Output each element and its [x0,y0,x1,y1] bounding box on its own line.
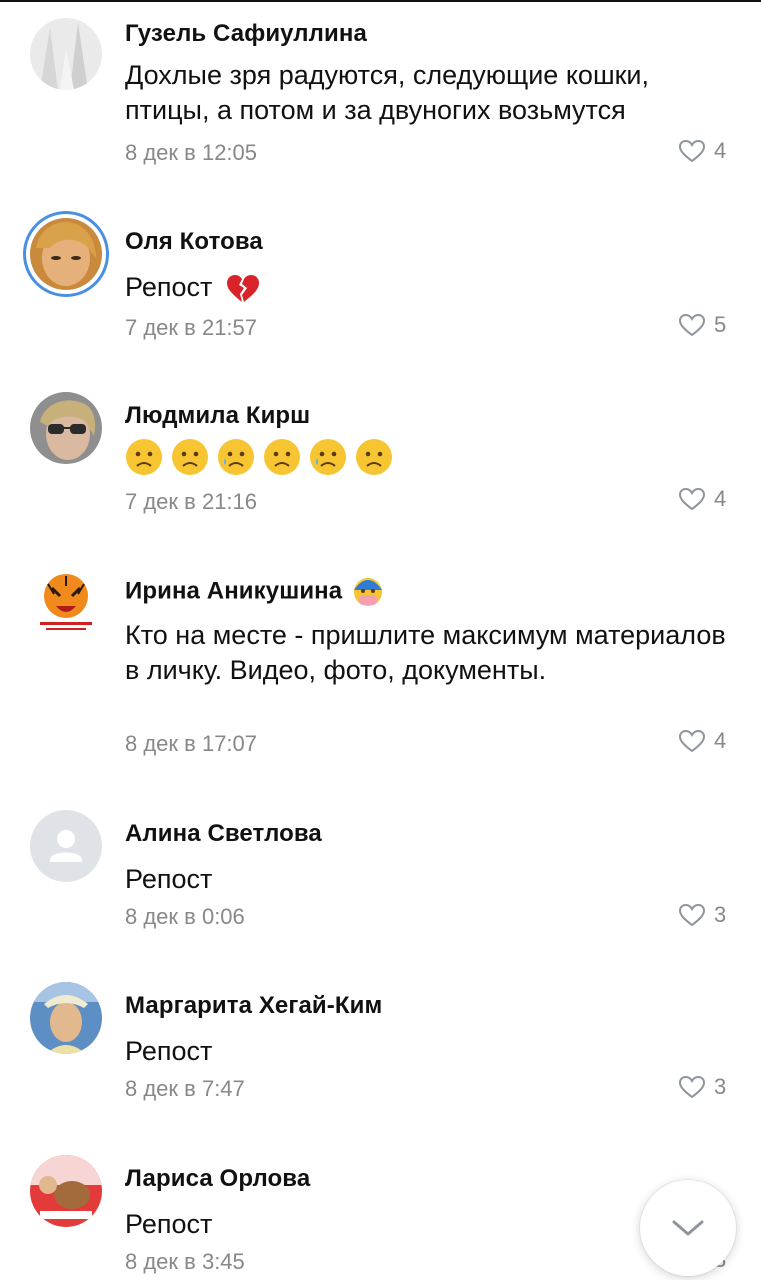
comment-date: 8 дек в 3:45 [125,1249,245,1274]
sad-tear-face-emoji [310,439,346,475]
avatar[interactable] [30,18,102,90]
comment-text: Репост [125,864,213,894]
comment-date: 8 дек в 17:07 [125,731,258,756]
like-button[interactable]: 5 [678,310,738,340]
like-button[interactable]: 3 [678,900,738,930]
avatar[interactable] [30,810,102,882]
heart-outline-icon [678,313,706,337]
avatar[interactable] [30,392,102,464]
comment-date: 7 дек в 21:16 [125,489,258,514]
heart-outline-icon [678,729,706,753]
comment-date: 8 дек в 0:06 [125,904,245,929]
comment-author-name: Ирина Аникушина [125,577,343,605]
heart-outline-icon [678,487,706,511]
scroll-down-button[interactable] [640,1180,736,1276]
comment-text: Репост [125,1036,213,1066]
like-button[interactable]: 4 [678,136,738,166]
like-button[interactable]: 4 [678,726,738,756]
sad-face-emoji [264,439,300,475]
comment-author[interactable]: Алина Светлова [125,820,322,848]
face-mask-emoji [354,578,382,606]
like-count: 5 [714,312,727,337]
avatar[interactable] [30,566,102,638]
like-count: 4 [714,486,727,511]
avatar[interactable] [30,218,102,290]
sad-face-emoji [356,439,392,475]
chevron-down-icon [672,1220,704,1236]
comment-text: Дохлые зря радуются, следующие кошки, пт… [125,60,650,125]
comment-author[interactable]: Маргарита Хегай-Ким [125,992,382,1020]
broken-heart-emoji [226,274,259,302]
comment-date: 8 дек в 7:47 [125,1076,245,1101]
comment-text: Кто на месте - пришлите максимум материа… [125,620,726,685]
heart-outline-icon [678,139,706,163]
sad-face-emoji [172,439,208,475]
comment-text [125,438,735,476]
comment-author[interactable]: Людмила Кирш [125,402,310,430]
heart-outline-icon [678,1075,706,1099]
like-button[interactable]: 3 [678,1072,738,1102]
comment-text: Репост [125,270,735,305]
top-divider [0,0,761,2]
like-count: 4 [714,728,727,753]
heart-outline-icon [678,903,706,927]
like-count: 3 [714,902,727,927]
avatar[interactable] [30,982,102,1054]
default-user-icon [50,830,82,862]
avatar[interactable] [30,1155,102,1227]
like-count: 4 [714,138,727,163]
comment-author[interactable]: Ирина Аникушина [125,576,383,608]
like-count: 3 [714,1074,727,1099]
comment-text-content: Репост [125,272,213,302]
comment-date: 7 дек в 21:57 [125,315,258,340]
comment-author[interactable]: Оля Котова [125,228,263,256]
sad-emoji-row [125,438,393,476]
comment-author[interactable]: Лариса Орлова [125,1165,310,1193]
comment-author[interactable]: Гузель Сафиуллина [125,20,367,48]
sad-tear-face-emoji [218,439,254,475]
comment-date: 8 дек в 12:05 [125,140,258,165]
sad-face-emoji [126,439,162,475]
like-button[interactable]: 4 [678,484,738,514]
